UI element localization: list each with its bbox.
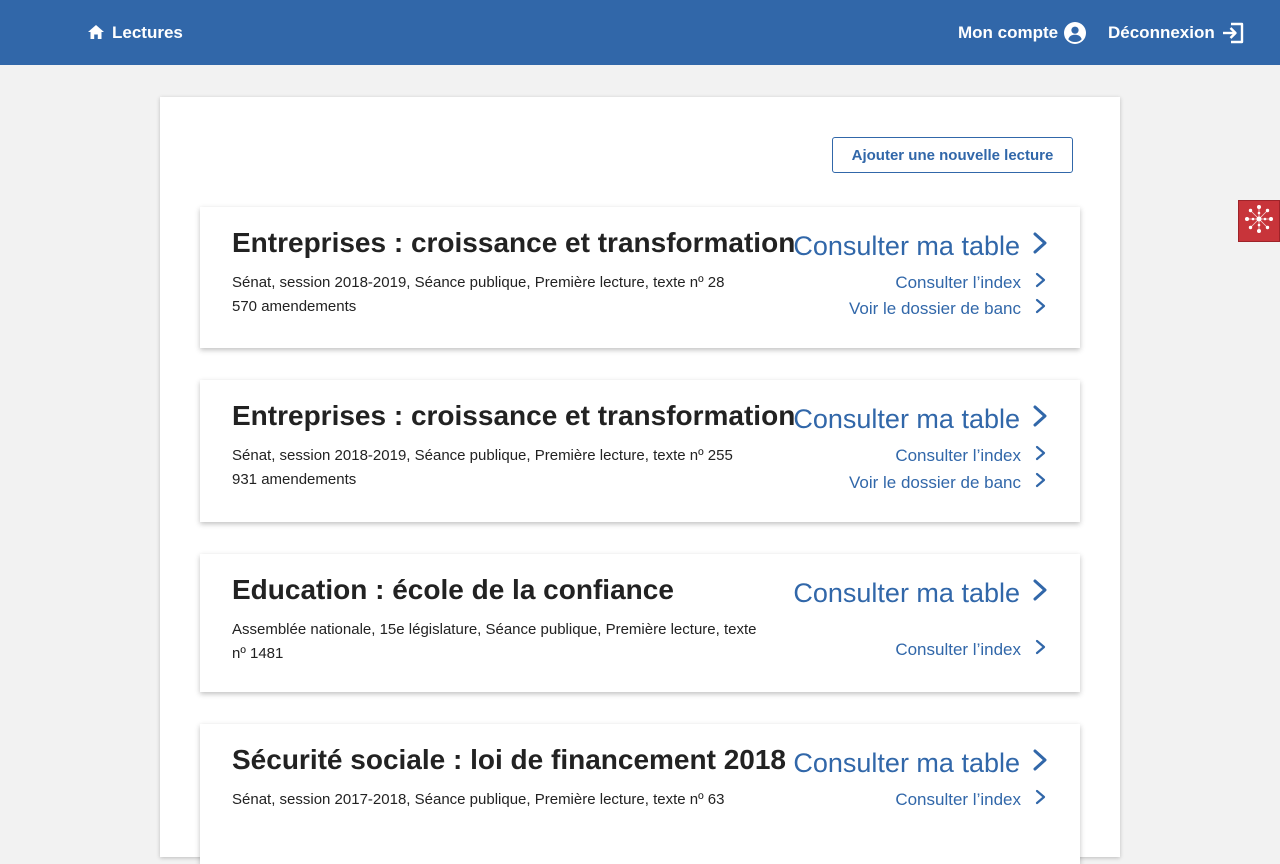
- nav-logout-link[interactable]: Déconnexion: [1108, 0, 1245, 65]
- reading-description: Sénat, session 2018-2019, Séance publiqu…: [232, 274, 725, 291]
- logout-icon: [1215, 22, 1245, 44]
- nav-account-label: Mon compte: [958, 22, 1059, 42]
- consult-table-label: Consulter ma table: [793, 231, 1020, 261]
- home-icon: [88, 25, 112, 40]
- consult-index-label: Consulter l’index: [895, 445, 1021, 465]
- reading-description: Sénat, session 2018-2019, Séance publiqu…: [232, 447, 733, 464]
- reading-description: Assemblée nationale, 15e législature, Sé…: [232, 621, 757, 638]
- nav-home-link[interactable]: Lectures: [88, 0, 183, 65]
- reading-meta: Sénat, session 2017-2018, Séance publiqu…: [232, 788, 762, 812]
- reading-card: Entreprises : croissance et transformati…: [200, 380, 1080, 522]
- reading-card: Education : école de la confiance Assemb…: [200, 554, 1080, 692]
- dossier-label: Voir le dossier de banc: [849, 298, 1021, 318]
- consult-index-label: Consulter l’index: [895, 639, 1021, 659]
- consult-table-label: Consulter ma table: [793, 748, 1020, 778]
- reading-amendments-count: 931 amendements: [232, 471, 357, 488]
- consult-index-link[interactable]: Consulter l’index: [895, 445, 1046, 466]
- reading-title: Education : école de la confiance: [232, 574, 674, 605]
- chevron-right-icon: [1020, 231, 1048, 262]
- reading-amendments-count: 570 amendements: [232, 298, 357, 315]
- reading-description: Sénat, session 2017-2018, Séance publiqu…: [232, 791, 725, 808]
- side-widget-button[interactable]: [1238, 200, 1280, 242]
- consult-index-link[interactable]: Consulter l’index: [895, 272, 1046, 293]
- add-reading-button[interactable]: Ajouter une nouvelle lecture: [832, 137, 1073, 173]
- chevron-right-icon: [1020, 404, 1048, 435]
- top-navigation-bar: Lectures Mon compte Déconnexion: [0, 0, 1280, 65]
- consult-table-link[interactable]: Consulter ma table: [793, 404, 1048, 435]
- chevron-right-icon: [1021, 445, 1046, 466]
- reading-title: Entreprises : croissance et transformati…: [232, 400, 796, 431]
- nav-account-link[interactable]: Mon compte: [958, 0, 1087, 65]
- network-icon: [1242, 202, 1276, 241]
- consult-table-link[interactable]: Consulter ma table: [793, 748, 1048, 779]
- chevron-right-icon: [1021, 639, 1046, 660]
- consult-index-label: Consulter l’index: [895, 272, 1021, 292]
- reading-title: Sécurité sociale : loi de financement 20…: [232, 744, 786, 775]
- account-circle-icon: [1058, 21, 1087, 44]
- dossier-label: Voir le dossier de banc: [849, 472, 1021, 492]
- reading-card: Sécurité sociale : loi de financement 20…: [200, 724, 1080, 864]
- chevron-right-icon: [1020, 578, 1048, 609]
- consult-table-link[interactable]: Consulter ma table: [793, 231, 1048, 262]
- chevron-right-icon: [1021, 472, 1046, 493]
- dossier-link[interactable]: Voir le dossier de banc: [849, 298, 1046, 319]
- dossier-link[interactable]: Voir le dossier de banc: [849, 472, 1046, 493]
- reading-card: Entreprises : croissance et transformati…: [200, 207, 1080, 348]
- readings-panel: Ajouter une nouvelle lecture Entreprises…: [160, 97, 1120, 864]
- consult-table-label: Consulter ma table: [793, 404, 1020, 434]
- reading-meta: Sénat, session 2018-2019, Séance publiqu…: [232, 271, 762, 319]
- chevron-right-icon: [1021, 272, 1046, 293]
- consult-index-link[interactable]: Consulter l’index: [895, 639, 1046, 660]
- consult-table-link[interactable]: Consulter ma table: [793, 578, 1048, 609]
- consult-table-label: Consulter ma table: [793, 578, 1020, 608]
- reading-description-continued: nº 1481: [232, 645, 284, 662]
- chevron-right-icon: [1020, 748, 1048, 779]
- nav-logout-label: Déconnexion: [1108, 22, 1215, 42]
- reading-title: Entreprises : croissance et transformati…: [232, 227, 796, 258]
- reading-meta: Assemblée nationale, 15e législature, Sé…: [232, 618, 762, 666]
- nav-home-label: Lectures: [112, 22, 183, 42]
- reading-meta: Sénat, session 2018-2019, Séance publiqu…: [232, 444, 762, 492]
- chevron-right-icon: [1021, 298, 1046, 319]
